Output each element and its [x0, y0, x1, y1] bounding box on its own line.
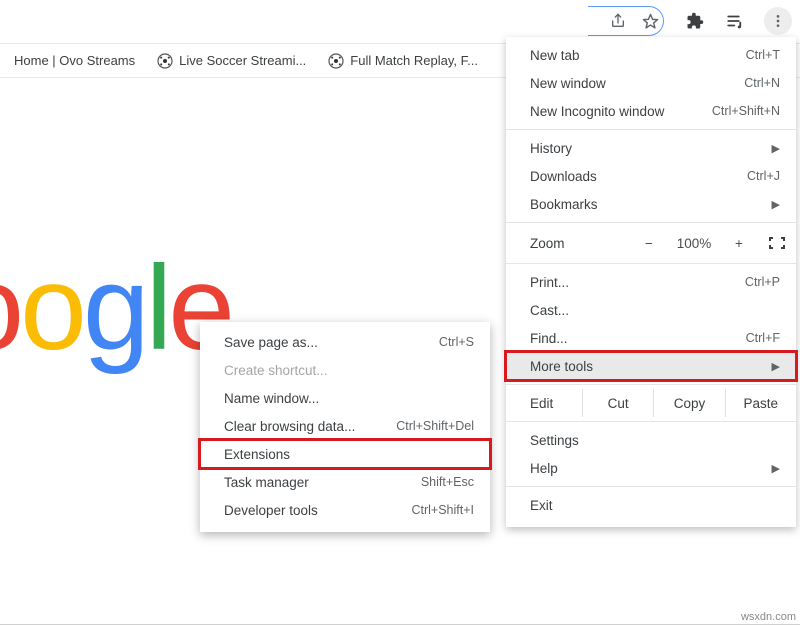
edit-paste[interactable]: Paste: [725, 389, 796, 417]
zoom-in-button[interactable]: +: [730, 236, 748, 251]
menu-separator: [506, 384, 796, 385]
edit-cut[interactable]: Cut: [582, 389, 653, 417]
star-icon[interactable]: [639, 10, 661, 32]
extensions-puzzle-icon[interactable]: [684, 10, 706, 32]
menu-more-tools[interactable]: More tools ▶: [506, 352, 796, 380]
menu-separator: [506, 129, 796, 130]
submenu-create-shortcut: Create shortcut...: [200, 356, 490, 384]
menu-cast[interactable]: Cast...: [506, 296, 796, 324]
menu-history[interactable]: History ▶: [506, 134, 796, 162]
bookmark-label: Live Soccer Streami...: [179, 53, 306, 68]
menu-exit[interactable]: Exit: [506, 491, 796, 519]
menu-new-incognito[interactable]: New Incognito window Ctrl+Shift+N: [506, 97, 796, 125]
submenu-task-manager[interactable]: Task manager Shift+Esc: [200, 468, 490, 496]
submenu-clear-browsing-data[interactable]: Clear browsing data... Ctrl+Shift+Del: [200, 412, 490, 440]
bookmark-label: Home | Ovo Streams: [14, 53, 135, 68]
menu-find[interactable]: Find... Ctrl+F: [506, 324, 796, 352]
soccer-icon: [157, 53, 173, 69]
chevron-right-icon: ▶: [772, 198, 780, 211]
omnibox-right-edge[interactable]: [588, 6, 664, 36]
watermark-text: wsxdn.com: [741, 611, 796, 623]
chevron-right-icon: ▶: [772, 142, 780, 155]
menu-new-window[interactable]: New window Ctrl+N: [506, 69, 796, 97]
menu-separator: [506, 421, 796, 422]
menu-separator: [506, 263, 796, 264]
chrome-main-menu: New tab Ctrl+T New window Ctrl+N New Inc…: [506, 37, 796, 527]
google-logo-fragment: Google: [0, 248, 231, 368]
share-icon[interactable]: [607, 10, 629, 32]
bookmark-item[interactable]: Live Soccer Streami...: [157, 53, 306, 69]
bookmark-item[interactable]: Full Match Replay, F...: [328, 53, 478, 69]
overflow-menu-button[interactable]: [764, 7, 792, 35]
submenu-developer-tools[interactable]: Developer tools Ctrl+Shift+I: [200, 496, 490, 524]
chevron-right-icon: ▶: [772, 360, 780, 373]
menu-separator: [506, 222, 796, 223]
menu-new-tab[interactable]: New tab Ctrl+T: [506, 41, 796, 69]
chevron-right-icon: ▶: [772, 462, 780, 475]
menu-settings[interactable]: Settings: [506, 426, 796, 454]
menu-edit-row: Edit Cut Copy Paste: [506, 389, 796, 417]
menu-separator: [506, 486, 796, 487]
menu-bookmarks[interactable]: Bookmarks ▶: [506, 190, 796, 218]
vertical-dots-icon: [770, 13, 786, 29]
toolbar-right-icons: [684, 6, 792, 36]
menu-print[interactable]: Print... Ctrl+P: [506, 268, 796, 296]
edit-copy[interactable]: Copy: [653, 389, 724, 417]
more-tools-submenu: Save page as... Ctrl+S Create shortcut..…: [200, 322, 490, 532]
submenu-extensions[interactable]: Extensions: [200, 440, 490, 468]
bookmark-label: Full Match Replay, F...: [350, 53, 478, 68]
menu-zoom-row: Zoom − 100% +: [506, 227, 796, 259]
soccer-icon: [328, 53, 344, 69]
menu-downloads[interactable]: Downloads Ctrl+J: [506, 162, 796, 190]
fullscreen-icon[interactable]: [768, 236, 786, 250]
zoom-percent: 100%: [672, 236, 716, 251]
submenu-name-window[interactable]: Name window...: [200, 384, 490, 412]
bookmark-item[interactable]: Home | Ovo Streams: [14, 53, 135, 68]
playlist-icon[interactable]: [724, 10, 746, 32]
zoom-out-button[interactable]: −: [640, 236, 658, 251]
menu-help[interactable]: Help ▶: [506, 454, 796, 482]
submenu-save-page[interactable]: Save page as... Ctrl+S: [200, 328, 490, 356]
